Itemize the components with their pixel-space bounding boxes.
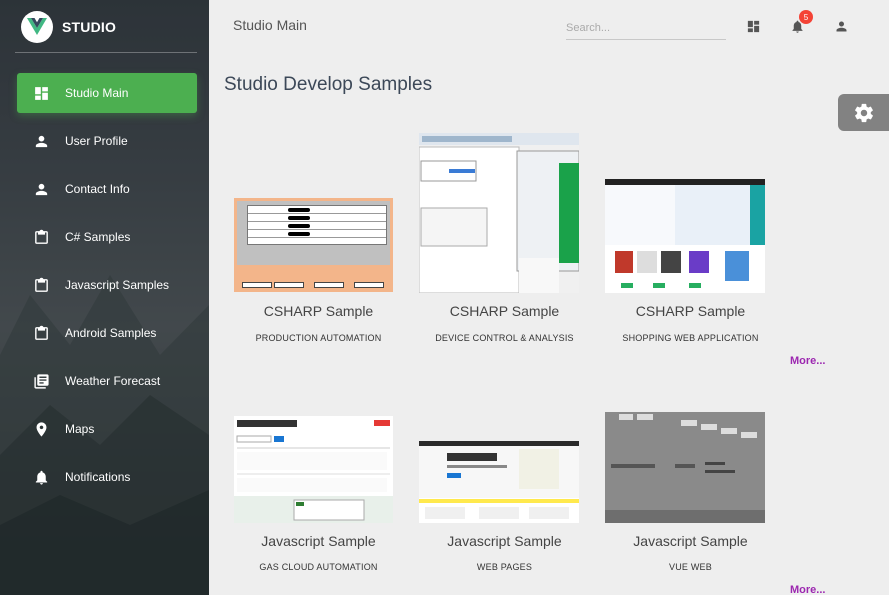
more-link[interactable]: More...	[790, 355, 825, 367]
sidebar-item-label: Maps	[65, 422, 95, 436]
card-thumbnail-web-pages[interactable]	[419, 441, 579, 523]
notification-badge: 5	[799, 10, 813, 24]
sidebar-item-csharp-samples[interactable]: C# Samples	[17, 217, 197, 257]
card-title: CSHARP Sample	[263, 303, 374, 319]
sidebar-item-label: Studio Main	[65, 86, 129, 100]
card-title: Javascript Sample	[261, 533, 376, 549]
card-thumbnail-device-control[interactable]	[419, 133, 579, 293]
sidebar-item-label: Contact Info	[65, 182, 130, 196]
sidebar-item-contact-info[interactable]: Contact Info	[17, 169, 197, 209]
user-account-button[interactable]	[830, 15, 852, 37]
person-icon	[836, 21, 846, 31]
sidebar-item-studio-main[interactable]: Studio Main	[17, 73, 197, 113]
notifications-button[interactable]: 5	[786, 10, 813, 37]
clipboard-icon	[32, 228, 50, 246]
bell-icon	[32, 468, 50, 486]
card-title: CSHARP Sample	[635, 303, 746, 319]
sidebar-item-notifications[interactable]: Notifications	[17, 457, 197, 497]
navbar-title[interactable]: Studio Main	[233, 17, 307, 33]
dashboard-icon	[747, 20, 759, 32]
sidebar-item-label: Notifications	[65, 470, 131, 484]
search-input[interactable]	[566, 16, 726, 40]
card-thumbnail-production-automation[interactable]	[234, 198, 393, 292]
card-subtitle: GAS CLOUD AUTOMATION	[259, 562, 378, 572]
person-icon	[32, 180, 50, 198]
card-subtitle: WEB PAGES	[476, 562, 533, 572]
brand[interactable]: STUDIO	[0, 0, 209, 53]
top-navbar: Studio Main 5	[209, 0, 889, 53]
sidebar-item-label: C# Samples	[65, 230, 131, 244]
dashboard-button[interactable]	[742, 15, 764, 37]
sidebar-item-weather-forecast[interactable]: Weather Forecast	[17, 361, 197, 401]
card-thumbnail-vue-web[interactable]	[605, 412, 765, 523]
dashboard-icon	[32, 84, 50, 102]
vue-logo-icon	[21, 10, 53, 43]
sidebar-nav: Studio Main User Profile Contact Info C#…	[0, 73, 209, 497]
card-title: Javascript Sample	[633, 533, 748, 549]
card-thumbnail-shopping-web[interactable]	[605, 179, 765, 293]
settings-button[interactable]	[838, 94, 889, 131]
more-link[interactable]: More...	[790, 584, 825, 595]
brand-name: STUDIO	[62, 18, 117, 35]
card-title: CSHARP Sample	[449, 303, 560, 319]
sidebar-item-maps[interactable]: Maps	[17, 409, 197, 449]
clipboard-icon	[32, 324, 50, 342]
card-thumbnail-gas-cloud[interactable]	[234, 416, 393, 523]
clipboard-icon	[32, 276, 50, 294]
sidebar-item-user-profile[interactable]: User Profile	[17, 121, 197, 161]
sidebar-item-label: User Profile	[65, 134, 128, 148]
card-title: Javascript Sample	[447, 533, 562, 549]
location-pin-icon	[32, 420, 50, 438]
page-title: Studio Develop Samples	[224, 74, 433, 95]
sidebar-item-android-samples[interactable]: Android Samples	[17, 313, 197, 353]
person-icon	[32, 132, 50, 150]
card-subtitle: VUE WEB	[669, 562, 712, 572]
gear-icon	[854, 103, 873, 122]
sidebar: STUDIO Studio Main User Profile Contact …	[0, 0, 209, 595]
sidebar-item-label: Javascript Samples	[65, 278, 170, 292]
card-subtitle: DEVICE CONTROL & ANALYSIS	[435, 333, 574, 343]
sidebar-item-label: Android Samples	[65, 326, 157, 340]
sidebar-item-label: Weather Forecast	[65, 374, 161, 388]
sidebar-item-javascript-samples[interactable]: Javascript Samples	[17, 265, 197, 305]
library-books-icon	[32, 372, 50, 390]
card-subtitle: SHOPPING WEB APPLICATION	[622, 333, 759, 343]
card-subtitle: PRODUCTION AUTOMATION	[255, 333, 382, 343]
